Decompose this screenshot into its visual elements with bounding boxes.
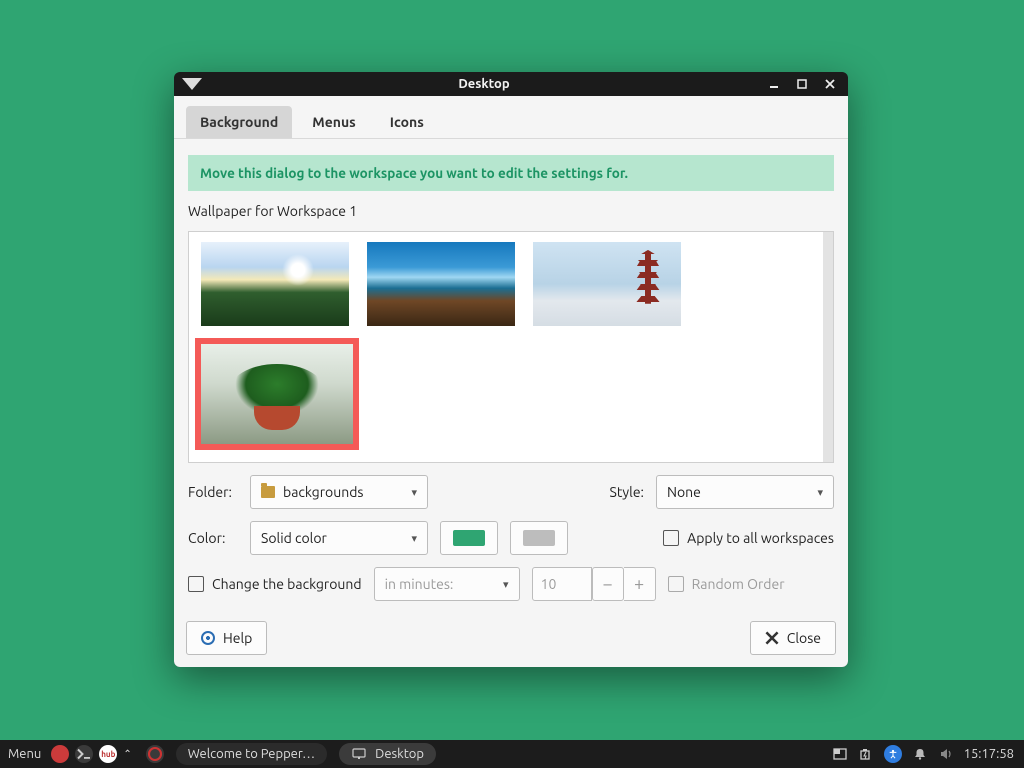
- task-icon[interactable]: [146, 745, 164, 763]
- wallpaper-thumb[interactable]: [367, 242, 515, 326]
- style-combo[interactable]: None ▾: [656, 475, 834, 509]
- gallery-scrollbar[interactable]: [823, 232, 833, 462]
- battery-icon[interactable]: [858, 746, 874, 762]
- folder-value: backgrounds: [283, 484, 363, 500]
- tab-background[interactable]: Background: [186, 106, 292, 138]
- minimize-button[interactable]: [766, 76, 782, 92]
- taskbar: Menu hub ⌃ Welcome to Pepper… Desktop: [0, 740, 1024, 768]
- tab-menus[interactable]: Menus: [298, 106, 370, 138]
- chevron-down-icon: ▾: [817, 486, 823, 499]
- chevron-down-icon: ▾: [503, 578, 509, 591]
- color-chip-secondary: [523, 530, 555, 546]
- tabbar: Background Menus Icons: [174, 96, 848, 139]
- taskbar-entry-desktop[interactable]: Desktop: [339, 743, 436, 765]
- wallpaper-thumb-selected[interactable]: [201, 344, 353, 444]
- wallpaper-thumb[interactable]: [533, 242, 681, 326]
- secondary-color-button[interactable]: [510, 521, 568, 555]
- wallpaper-gallery: [188, 231, 834, 463]
- menu-button[interactable]: Menu: [8, 747, 41, 761]
- interval-increment[interactable]: +: [624, 567, 656, 601]
- launcher-icon[interactable]: [51, 745, 69, 763]
- folder-combo[interactable]: backgrounds ▾: [250, 475, 428, 509]
- taskbar-entry-welcome[interactable]: Welcome to Pepper…: [176, 743, 327, 765]
- folder-icon: [261, 486, 275, 498]
- wallpaper-section-label: Wallpaper for Workspace 1: [188, 203, 834, 219]
- change-bg-label: Change the background: [212, 576, 362, 592]
- color-mode-combo[interactable]: Solid color ▾: [250, 521, 428, 555]
- apply-all-label: Apply to all workspaces: [687, 530, 834, 546]
- interval-input[interactable]: 10: [532, 567, 592, 601]
- close-icon: [765, 631, 779, 645]
- change-period-combo[interactable]: in minutes: ▾: [374, 567, 520, 601]
- random-order-label: Random Order: [692, 576, 785, 592]
- tab-content-background: Move this dialog to the workspace you wa…: [174, 139, 848, 609]
- style-label: Style:: [610, 484, 644, 500]
- color-label: Color:: [188, 530, 238, 546]
- clock[interactable]: 15:17:58: [964, 747, 1014, 761]
- style-value: None: [667, 484, 701, 500]
- primary-color-button[interactable]: [440, 521, 498, 555]
- folder-label: Folder:: [188, 484, 238, 500]
- wallpaper-thumb[interactable]: [201, 242, 349, 326]
- color-chip-primary: [453, 530, 485, 546]
- interval-decrement[interactable]: −: [592, 567, 624, 601]
- change-bg-checkbox[interactable]: [188, 576, 204, 592]
- hub-launcher-icon[interactable]: hub: [99, 745, 117, 763]
- random-order-checkbox[interactable]: [668, 576, 684, 592]
- apply-all-checkbox[interactable]: [663, 530, 679, 546]
- close-window-button[interactable]: [822, 76, 838, 92]
- window-body: Background Menus Icons Move this dialog …: [174, 96, 848, 667]
- app-menu-icon[interactable]: [182, 74, 202, 94]
- change-bg-row: Change the background in minutes: ▾ 10 −…: [188, 567, 834, 601]
- help-icon: [201, 631, 215, 645]
- color-row: Color: Solid color ▾ Apply to all worksp…: [188, 521, 834, 555]
- titlebar[interactable]: Desktop: [174, 72, 848, 96]
- folder-style-row: Folder: backgrounds ▾ Style: None ▾: [188, 475, 834, 509]
- close-button[interactable]: Close: [750, 621, 836, 655]
- accessibility-icon[interactable]: [884, 745, 902, 763]
- color-mode-value: Solid color: [261, 530, 327, 546]
- volume-icon[interactable]: [938, 746, 954, 762]
- dialog-footer: Help Close: [174, 609, 848, 667]
- terminal-launcher-icon[interactable]: [75, 745, 93, 763]
- window-title: Desktop: [202, 77, 766, 91]
- change-interval-spinner: 10 − +: [532, 567, 656, 601]
- launcher-expand-icon[interactable]: ⌃: [123, 748, 131, 760]
- workspace-switcher-icon[interactable]: [832, 746, 848, 762]
- desktop-settings-window: Desktop Background Menus Icons Move this…: [174, 72, 848, 667]
- chevron-down-icon: ▾: [411, 532, 417, 545]
- workspace-hint-banner: Move this dialog to the workspace you wa…: [188, 155, 834, 191]
- tab-icons[interactable]: Icons: [376, 106, 438, 138]
- maximize-button[interactable]: [794, 76, 810, 92]
- change-period-value: in minutes:: [385, 576, 454, 592]
- help-button[interactable]: Help: [186, 621, 267, 655]
- chevron-down-icon: ▾: [411, 486, 417, 499]
- window-controls: [766, 76, 838, 92]
- desktop-task-icon: [351, 746, 367, 762]
- notifications-icon[interactable]: [912, 746, 928, 762]
